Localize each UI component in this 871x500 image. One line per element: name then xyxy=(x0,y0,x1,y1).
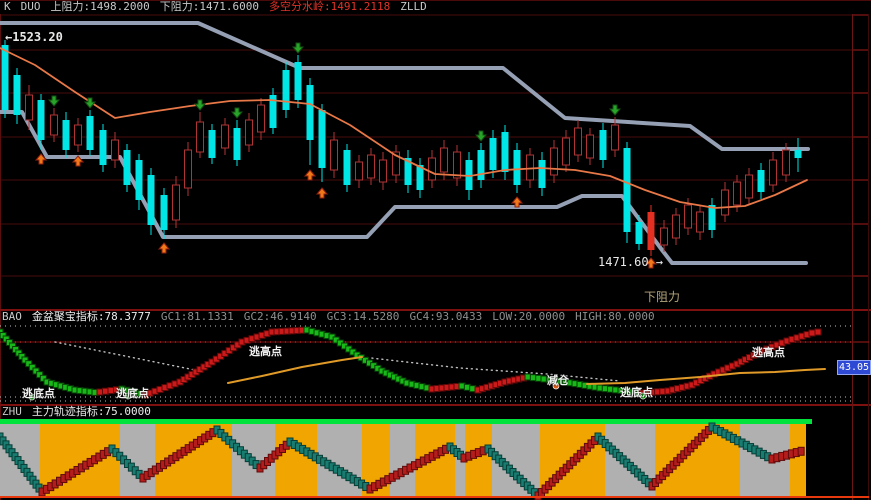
zhu-panel-header: ZHU 主力轨迹指标:75.0000 xyxy=(0,406,871,418)
indicator-name-zhu: ZHU xyxy=(2,406,22,418)
indicator-name-duo: DUO xyxy=(21,1,41,13)
chart-canvas[interactable] xyxy=(0,0,871,500)
bao-gc1-value: GC1:81.1331 xyxy=(161,311,234,323)
signal-label: 逃高点 xyxy=(752,344,785,360)
trading-app-window: K DUO 上阻力:1498.2000 下阻力:1471.6000 多空分水岭:… xyxy=(0,0,871,500)
bao-main-value: 金盆聚宝指标:78.3777 xyxy=(32,311,151,323)
indicator-name-bao: BAO xyxy=(2,311,22,323)
main-chart-header: K DUO 上阻力:1498.2000 下阻力:1471.6000 多空分水岭:… xyxy=(0,1,871,13)
bao-high-value: HIGH:80.0000 xyxy=(575,311,654,323)
zhu-main-value: 主力轨迹指标:75.0000 xyxy=(32,406,151,418)
bao-low-value: LOW:20.0000 xyxy=(492,311,565,323)
signal-label: 逃底点 xyxy=(22,385,55,401)
upper-band-price-label: ←1523.20 xyxy=(5,30,63,44)
chart-type-label: K xyxy=(4,1,11,13)
indicator-name-zlld: ZLLD xyxy=(400,1,427,13)
signal-label: 逃底点 xyxy=(620,384,653,400)
bao-gc3-value: GC3:14.5280 xyxy=(327,311,400,323)
signal-label: 逃高点 xyxy=(249,343,282,359)
signal-label: 减仓 xyxy=(547,372,569,388)
lower-band-price-label: 1471.60 → xyxy=(598,255,663,269)
bao-panel-header: BAO 金盆聚宝指标:78.3777 GC1:81.1331 GC2:46.91… xyxy=(0,311,871,323)
bull-bear-divide-value: 多空分水岭:1491.2118 xyxy=(269,1,390,13)
upper-resistance-value: 上阻力:1498.2000 xyxy=(51,1,150,13)
bao-gc4-value: GC4:93.0433 xyxy=(409,311,482,323)
lower-resistance-label: 下阻力 xyxy=(644,288,680,305)
price-axis-badge: 43.05 xyxy=(837,360,871,375)
signal-label: 逃底点 xyxy=(116,385,149,401)
bao-gc2-value: GC2:46.9140 xyxy=(244,311,317,323)
lower-resistance-value: 下阻力:1471.6000 xyxy=(160,1,259,13)
